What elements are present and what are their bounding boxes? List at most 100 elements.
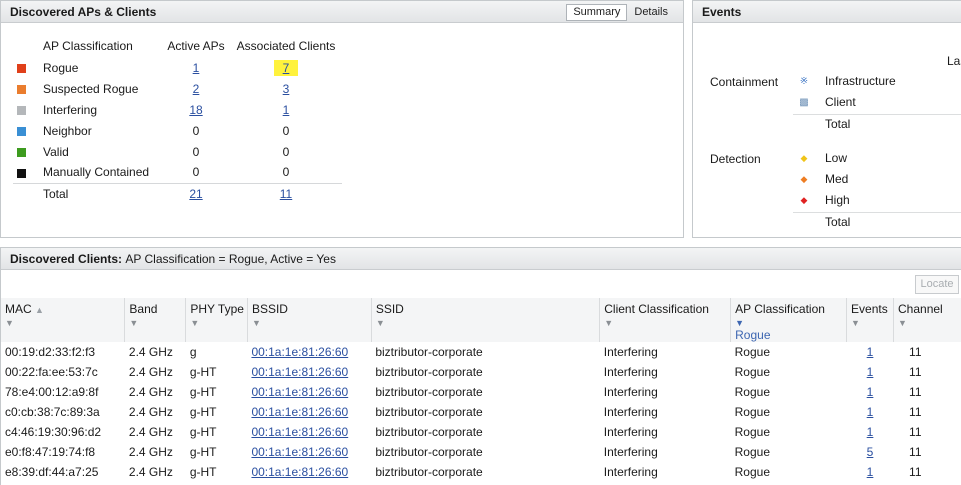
channel-cell: 11 xyxy=(909,345,922,359)
clients-table-header-row: MAC ▲ ▼ Band ▼ PHY Type ▼ BSSID ▼ SSID ▼… xyxy=(1,298,961,342)
table-row[interactable]: c4:46:19:30:96:d2 2.4 GHz g-HT 00:1a:1e:81:… xyxy=(1,422,961,442)
ap-row-manually-contained: Manually Contained 0 0 xyxy=(13,162,342,183)
total-clients-link[interactable]: 11 xyxy=(280,187,292,201)
events-link[interactable]: 1 xyxy=(867,465,874,479)
band-column-header[interactable]: Band ▼ xyxy=(124,298,187,342)
filter-icon[interactable]: ▼ xyxy=(190,318,244,328)
events-link[interactable]: 1 xyxy=(867,405,874,419)
table-row[interactable]: c0:cb:38:7c:89:3a 2.4 GHz g-HT 00:1a:1e:81:… xyxy=(1,402,961,422)
active-aps-cell: 18 xyxy=(162,99,230,120)
bssid-link[interactable]: 00:1a:1e:81:26:60 xyxy=(251,425,348,439)
swatch-cell xyxy=(13,182,39,205)
active-aps-link[interactable]: 1 xyxy=(193,61,200,75)
associated-clients-cell: 0 xyxy=(230,141,342,162)
associated-clients-cell: 7 xyxy=(230,57,342,78)
associated-clients-value: 0 xyxy=(282,144,290,159)
ap-row-interfering: Interfering 18 1 xyxy=(13,99,342,120)
total-active-aps-link[interactable]: 21 xyxy=(189,187,202,201)
band-cell: 2.4 GHz xyxy=(128,385,173,399)
ap-classification-column-header[interactable]: AP Classification ▼ Rogue xyxy=(730,298,848,342)
associated-clients-link[interactable]: 1 xyxy=(283,103,290,117)
tab-summary[interactable]: Summary xyxy=(566,4,628,21)
active-aps-header: Active APs xyxy=(167,39,225,53)
ap-classification-filter-value[interactable]: Rogue xyxy=(735,328,843,342)
events-cell: 1 xyxy=(847,362,894,382)
ap-classification-cell: Rogue xyxy=(734,465,770,479)
client-classification-column-header[interactable]: Client Classification ▼ xyxy=(599,298,732,342)
containment-total-row: Total xyxy=(797,114,961,135)
detection-med-label: Med xyxy=(825,172,849,186)
tab-details[interactable]: Details xyxy=(627,4,675,21)
filter-icon[interactable]: ▼ xyxy=(604,318,727,328)
ssid-header-label: SSID xyxy=(375,302,404,316)
classification-label: Rogue xyxy=(43,60,79,75)
filter-icon[interactable]: ▼ xyxy=(898,318,961,328)
table-row[interactable]: 78:e4:00:12:a9:8f 2.4 GHz g-HT 00:1a:1e:81:… xyxy=(1,382,961,402)
table-row[interactable]: e0:f8:47:19:74:f8 2.4 GHz g-HT 00:1a:1e:81:… xyxy=(1,442,961,462)
locate-button[interactable]: Locate xyxy=(915,275,959,294)
phy-type-column-header[interactable]: PHY Type ▼ xyxy=(185,298,248,342)
client-classification-cell: Interfering xyxy=(603,385,658,399)
active-aps-cell: 0 xyxy=(162,162,230,183)
channel-cell: 11 xyxy=(909,365,922,379)
active-aps-link[interactable]: 2 xyxy=(193,82,200,96)
phy-type-cell: g-HT xyxy=(189,405,217,419)
discovered-clients-title: Discovered Clients: xyxy=(10,252,123,266)
swatch-cell xyxy=(13,78,39,99)
bssid-link[interactable]: 00:1a:1e:81:26:60 xyxy=(251,365,348,379)
filter-icon[interactable]: ▼ xyxy=(851,318,890,328)
bssid-cell: 00:1a:1e:81:26:60 xyxy=(247,442,371,462)
last-column-header: Las xyxy=(947,54,961,68)
bssid-cell: 00:1a:1e:81:26:60 xyxy=(247,462,371,482)
events-link[interactable]: 5 xyxy=(867,445,874,459)
filter-icon[interactable]: ▼ xyxy=(376,318,596,328)
bssid-cell: 00:1a:1e:81:26:60 xyxy=(247,402,371,422)
classification-label: Suspected Rogue xyxy=(43,81,139,96)
mac-column-header[interactable]: MAC ▲ ▼ xyxy=(1,298,126,342)
detection-total-row: Total xyxy=(797,212,961,233)
filter-icon[interactable]: ▼ xyxy=(129,318,182,328)
events-column-header[interactable]: Events ▼ xyxy=(846,298,895,342)
table-row[interactable]: e8:39:df:44:a7:25 2.4 GHz g-HT 00:1a:1e:81:… xyxy=(1,462,961,482)
band-cell: 2.4 GHz xyxy=(128,465,173,479)
associated-clients-link[interactable]: 7 xyxy=(283,61,290,75)
filter-icon[interactable]: ▼ xyxy=(252,318,368,328)
table-row[interactable]: 00:19:d2:33:f2:f3 2.4 GHz g 00:1a:1e:81:26:… xyxy=(1,342,961,362)
bssid-cell: 00:1a:1e:81:26:60 xyxy=(247,422,371,442)
ap-classification-cell: Rogue xyxy=(734,365,770,379)
client-classification-cell: Interfering xyxy=(603,425,658,439)
bssid-column-header[interactable]: BSSID ▼ xyxy=(247,298,372,342)
events-link[interactable]: 1 xyxy=(867,365,874,379)
bssid-link[interactable]: 00:1a:1e:81:26:60 xyxy=(251,405,348,419)
bssid-link[interactable]: 00:1a:1e:81:26:60 xyxy=(251,385,348,399)
swatch-cell xyxy=(13,99,39,120)
classification-swatch xyxy=(17,84,26,94)
ap-classification-cell: Rogue xyxy=(734,405,770,419)
events-link[interactable]: 1 xyxy=(867,345,874,359)
ap-classification-header-label: AP Classification xyxy=(735,302,825,316)
table-row[interactable]: 00:22:fa:ee:53:7c 2.4 GHz g-HT 00:1a:1e:81:… xyxy=(1,362,961,382)
active-aps-cell: 0 xyxy=(162,120,230,141)
bssid-link[interactable]: 00:1a:1e:81:26:60 xyxy=(251,345,348,359)
mac-cell: c4:46:19:30:96:d2 xyxy=(5,425,102,439)
associated-clients-link[interactable]: 3 xyxy=(283,82,290,96)
detection-total-label: Total xyxy=(825,215,851,229)
bssid-link[interactable]: 00:1a:1e:81:26:60 xyxy=(251,465,348,479)
band-cell: 2.4 GHz xyxy=(128,405,173,419)
channel-column-header[interactable]: Channel ▼ xyxy=(893,298,961,342)
diamond-icon: ◆ xyxy=(800,153,808,163)
events-link[interactable]: 1 xyxy=(867,425,874,439)
client-classification-cell: Interfering xyxy=(603,365,658,379)
bssid-link[interactable]: 00:1a:1e:81:26:60 xyxy=(251,445,348,459)
mac-cell: 78:e4:00:12:a9:8f xyxy=(5,385,99,399)
ap-classification-cell: Rogue xyxy=(734,345,770,359)
events-link[interactable]: 1 xyxy=(867,385,874,399)
discovered-clients-filter: AP Classification = Rogue, Active = Yes xyxy=(125,252,336,266)
filter-active-icon[interactable]: ▼ xyxy=(735,318,843,328)
client-classification-cell: Interfering xyxy=(603,405,658,419)
active-aps-link[interactable]: 18 xyxy=(189,103,202,117)
filter-icon[interactable]: ▼ xyxy=(5,318,121,328)
ssid-cell: biztributor-corporate xyxy=(375,385,483,399)
events-cell: 1 xyxy=(847,342,894,362)
ssid-column-header[interactable]: SSID ▼ xyxy=(371,298,601,342)
